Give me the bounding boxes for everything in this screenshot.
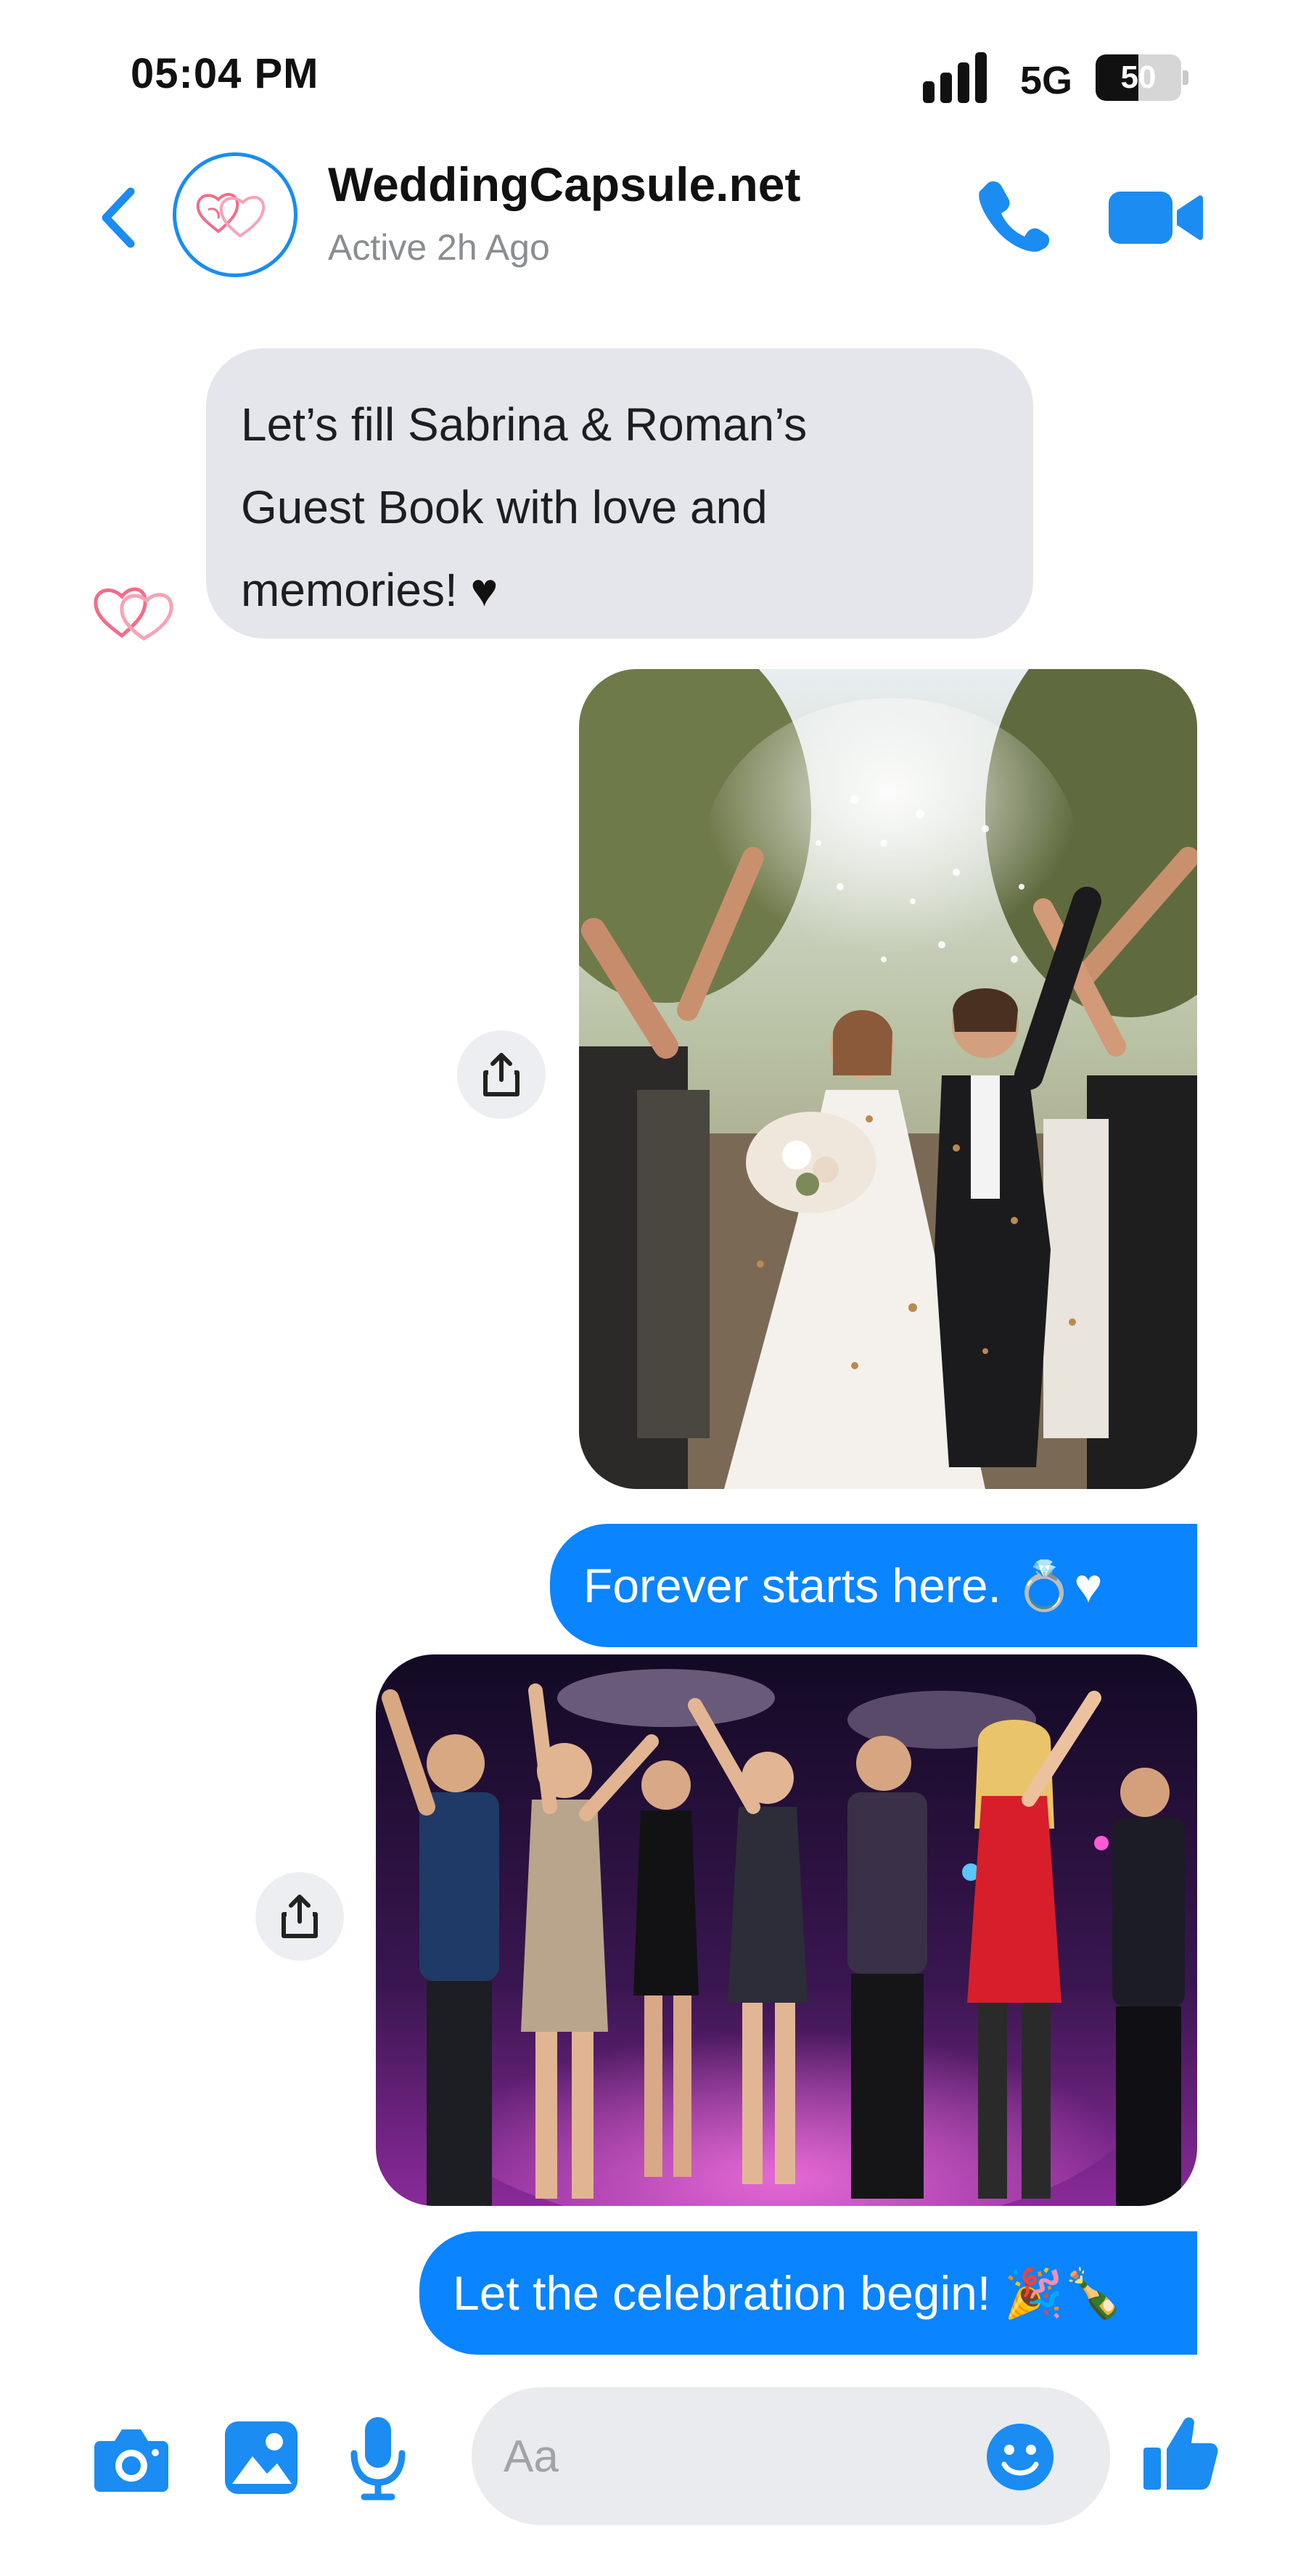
dance-party-photo[interactable] [376,1654,1197,2206]
message-line: Guest Book with love and [241,481,768,533]
gallery-icon[interactable] [223,2420,299,2495]
message-line: Let’s fill Sabrina & Roman’s [241,398,808,451]
message-text: Let the celebration begin! [453,2266,991,2320]
share-button[interactable] [457,1030,546,1119]
message-line: memories! [241,564,471,616]
outgoing-message-bubble[interactable]: Forever starts here. 💍♥ [550,1524,1197,1647]
ring-heart-emoji: 💍♥ [1014,1559,1103,1612]
battery-level-text: 50 [1120,60,1157,95]
share-icon [282,1895,318,1938]
status-time: 05:04 PM [131,50,319,97]
phone-icon[interactable] [972,174,1052,254]
thumbs-up-icon[interactable] [1141,2413,1220,2493]
message-text: Forever starts here. [583,1559,1001,1612]
status-bar: 05:04 PM 5G 50 [0,0,1306,145]
chat-header: WeddingCapsule.net Active 2h Ago [0,145,1306,298]
message-input[interactable] [504,2387,982,2525]
emoji-icon[interactable] [984,2421,1056,2493]
photo-party-illustration [376,1654,1197,2206]
battery-icon: 50 [1096,54,1190,101]
message-thread[interactable]: Let’s fill Sabrina & Roman’s Guest Book … [0,298,1306,2366]
message-composer [0,2369,1306,2576]
incoming-message-row: Let’s fill Sabrina & Roman’s Guest Book … [0,348,1306,641]
contact-status: Active 2h Ago [328,227,550,268]
microphone-icon[interactable] [347,2414,409,2501]
video-camera-icon[interactable] [1109,181,1203,254]
signal-strength-icon [923,52,987,103]
incoming-message-bubble[interactable]: Let’s fill Sabrina & Roman’s Guest Book … [206,348,1033,639]
share-icon [483,1053,519,1096]
contact-name[interactable]: WeddingCapsule.net [328,157,801,212]
sender-heart-avatar-icon [94,587,173,641]
bride-and-groom-confetti-photo[interactable] [579,669,1197,1489]
share-button[interactable] [255,1872,344,1961]
camera-icon[interactable] [93,2424,170,2493]
back-chevron-icon[interactable] [93,181,144,254]
network-type: 5G [1020,59,1073,102]
black-heart-emoji: ♥ [470,564,498,616]
outgoing-message-bubble[interactable]: Let the celebration begin! 🎉🍾 [419,2231,1197,2355]
contact-avatar[interactable] [173,152,297,277]
message-field[interactable] [472,2387,1110,2525]
photo-wedding-illustration [579,669,1197,1489]
party-champagne-emoji: 🎉🍾 [1003,2266,1123,2320]
heart-logo-icon [196,193,266,238]
